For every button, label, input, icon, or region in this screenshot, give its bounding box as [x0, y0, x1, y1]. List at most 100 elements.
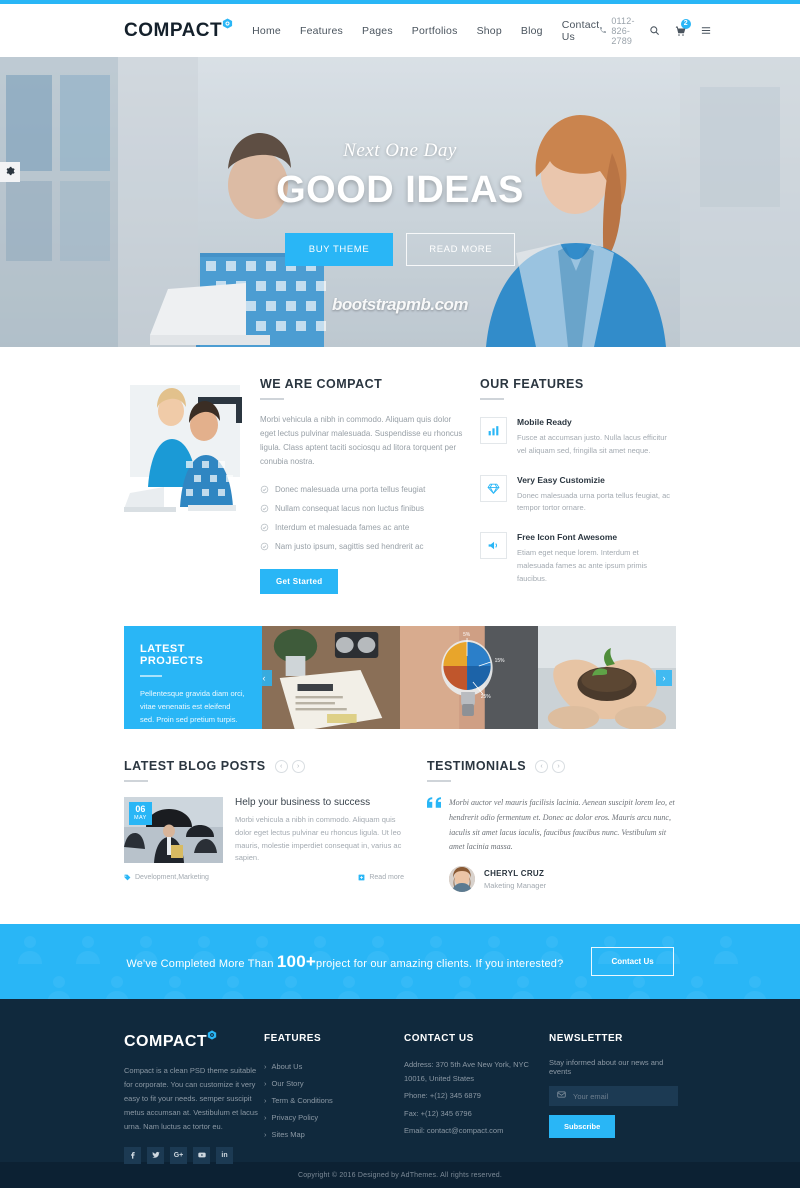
footer-features-links: › About Us › Our Story › Term & Conditions … — [264, 1058, 404, 1143]
navbar-utilities: 0112-826-2789 2 — [599, 16, 711, 46]
twitter-icon[interactable] — [147, 1146, 164, 1164]
nav-item-portfolios[interactable]: Portfolios — [412, 25, 458, 37]
footer-contact-title: CONTACT US — [404, 1033, 474, 1045]
testimonials-header: TESTIMONIALS ‹ › — [427, 759, 676, 773]
chevron-right-icon: › — [264, 1096, 267, 1106]
check-circle-icon — [260, 485, 269, 494]
footer-about-text: Compact is a clean PSD theme suitable fo… — [124, 1066, 258, 1131]
footer-link-about-us[interactable]: › About Us — [264, 1058, 404, 1075]
brand-mark-icon — [222, 13, 233, 29]
footer-link-label: Term & Conditions — [271, 1096, 333, 1106]
footer-link-sites-map[interactable]: › Sites Map — [264, 1126, 404, 1143]
footer-features-column: FEATURES › About Us › Our Story › Term & Co… — [264, 1033, 404, 1163]
settings-panel-toggle[interactable] — [0, 162, 20, 182]
newsletter-email-field[interactable] — [549, 1086, 678, 1107]
cta-post-text: project for our amazing clients. If you … — [316, 957, 564, 970]
cart-badge: 2 — [680, 18, 691, 29]
testimonials-title: TESTIMONIALS — [427, 759, 527, 773]
feature-desc: Donec malesuada urna porta tellus feugia… — [517, 490, 671, 513]
feature-text: Very Easy Customizie Donec malesuada urn… — [517, 475, 676, 516]
google-plus-icon[interactable]: G+ — [170, 1146, 187, 1164]
envelope-icon — [557, 1090, 566, 1102]
footer-features-title: FEATURES — [264, 1033, 322, 1045]
project-slide-bulb[interactable]: 5% 15% 25% — [400, 626, 538, 729]
subscribe-button[interactable]: Subscribe — [549, 1115, 616, 1139]
checklist-item: Interdum et malesuada fames ac ante — [260, 518, 464, 537]
hero-banner: Next One Day GOOD IDEAS BUY THEME READ M… — [0, 57, 800, 347]
hero-actions: BUY THEME READ MORE — [0, 233, 800, 266]
brand-mark-icon — [207, 1027, 217, 1040]
testimonials-next-button[interactable]: › — [552, 759, 566, 773]
hero-title: GOOD IDEAS — [276, 169, 524, 211]
blog-date-month: MAY — [134, 815, 147, 821]
blog-read-more-label: Read more — [369, 874, 404, 881]
cart-icon[interactable]: 2 — [674, 18, 691, 37]
footer-brand-label: COMPACT — [124, 1033, 208, 1051]
blog-header: LATEST BLOG POSTS ‹ › — [124, 759, 404, 773]
blog-post-tags-label: Development,Marketing — [135, 874, 209, 881]
checklist-item: Donec malesuada urna porta tellus feugia… — [260, 480, 464, 499]
feature-text: Mobile Ready Fusce at accumsan justo. Nu… — [517, 417, 676, 458]
about-body: Morbi vehicula a nibh in commodo. Aliqua… — [260, 415, 463, 466]
nav-item-home[interactable]: Home — [252, 25, 281, 37]
cta-contact-button[interactable]: Contact Us — [591, 947, 674, 977]
hamburger-icon[interactable] — [700, 25, 712, 36]
get-started-button[interactable]: Get Started — [260, 569, 339, 594]
linkedin-icon[interactable]: in — [216, 1146, 233, 1164]
blog-post-tags[interactable]: Development,Marketing — [124, 874, 209, 881]
testimonials-section: TESTIMONIALS ‹ › Morbi auctor vel mauris… — [426, 759, 676, 893]
blog-post-thumbnail[interactable]: 06 MAY — [124, 797, 223, 863]
checklist-label: Nam justo ipsum, sagittis sed hendrerit … — [275, 542, 424, 551]
cta-count: 100+ — [276, 951, 316, 971]
megaphone-icon — [480, 532, 507, 559]
blog-read-more[interactable]: Read more — [358, 874, 404, 881]
facebook-icon[interactable] — [124, 1146, 141, 1164]
gear-icon — [5, 166, 15, 179]
nav-item-features[interactable]: Features — [300, 25, 343, 37]
projects-next-arrow[interactable]: › — [656, 669, 672, 686]
newsletter-email-input[interactable] — [573, 1091, 670, 1101]
nav-item-shop[interactable]: Shop — [477, 25, 502, 37]
feature-desc: Fusce at accumsan justo. Nulla lacus eff… — [517, 433, 667, 455]
nav-item-contact-us[interactable]: Contact Us — [562, 19, 600, 43]
blog-next-button[interactable]: › — [291, 759, 305, 773]
blog-post-title[interactable]: Help your business to success — [235, 797, 404, 808]
about-title: WE ARE COMPACT — [260, 377, 383, 391]
cta-message: We've Completed More Than 100+project fo… — [126, 952, 563, 972]
youtube-icon[interactable] — [193, 1146, 210, 1164]
search-icon[interactable] — [649, 25, 660, 36]
features-title: OUR FEATURES — [480, 377, 584, 391]
projects-underline — [140, 675, 162, 677]
about-features-section: WE ARE COMPACT Morbi vehicula a nibh in … — [0, 347, 800, 893]
footer-link-terms[interactable]: › Term & Conditions — [264, 1092, 404, 1109]
footer-link-our-story[interactable]: › Our Story — [264, 1075, 404, 1092]
checklist-item: Nullam consequat lacus non luctus finibu… — [260, 499, 464, 518]
project-slide-plan[interactable] — [262, 626, 400, 729]
footer-email[interactable]: Email: contact@compact.com — [404, 1124, 549, 1138]
testimonials-prev-button[interactable]: ‹ — [535, 759, 549, 773]
navbar-phone[interactable]: 0112-826-2789 — [599, 16, 634, 46]
blog-testimonials-row: LATEST BLOG POSTS ‹ › 06 MAY Help your b… — [124, 759, 676, 893]
brand-logo[interactable]: COMPACT — [124, 17, 233, 42]
avatar-photo — [449, 866, 475, 893]
plus-square-icon — [358, 874, 365, 881]
testimonial-author-info: CHERYL CRUZ Maketing Manager — [484, 869, 546, 890]
about-copy: WE ARE COMPACT Morbi vehicula a nibh in … — [246, 377, 480, 594]
about-checklist: Donec malesuada urna porta tellus feugia… — [260, 480, 464, 556]
nav-item-pages[interactable]: Pages — [362, 25, 393, 37]
buy-theme-button[interactable]: BUY THEME — [284, 233, 394, 266]
nav-item-blog[interactable]: Blog — [521, 25, 543, 37]
footer-columns: COMPACT Compact is a clean PSD theme sui… — [124, 1030, 678, 1164]
footer-link-label: Our Story — [271, 1079, 304, 1089]
footer-brand-logo[interactable]: COMPACT — [124, 1030, 217, 1051]
check-circle-icon — [260, 523, 269, 532]
feature-item: Very Easy Customizie Donec malesuada urn… — [480, 474, 676, 516]
read-more-button[interactable]: READ MORE — [406, 233, 516, 266]
projects-prev-arrow[interactable]: ‹ — [256, 669, 272, 686]
about-image — [124, 381, 246, 521]
feature-item: Free Icon Font Awesome Etiam eget neque … — [480, 532, 676, 585]
phone-icon — [599, 26, 607, 36]
feature-title: Free Icon Font Awesome — [517, 532, 618, 542]
blog-prev-button[interactable]: ‹ — [274, 759, 288, 773]
nav-links: Home Features Pages Portfolios Shop Blog… — [252, 19, 599, 43]
